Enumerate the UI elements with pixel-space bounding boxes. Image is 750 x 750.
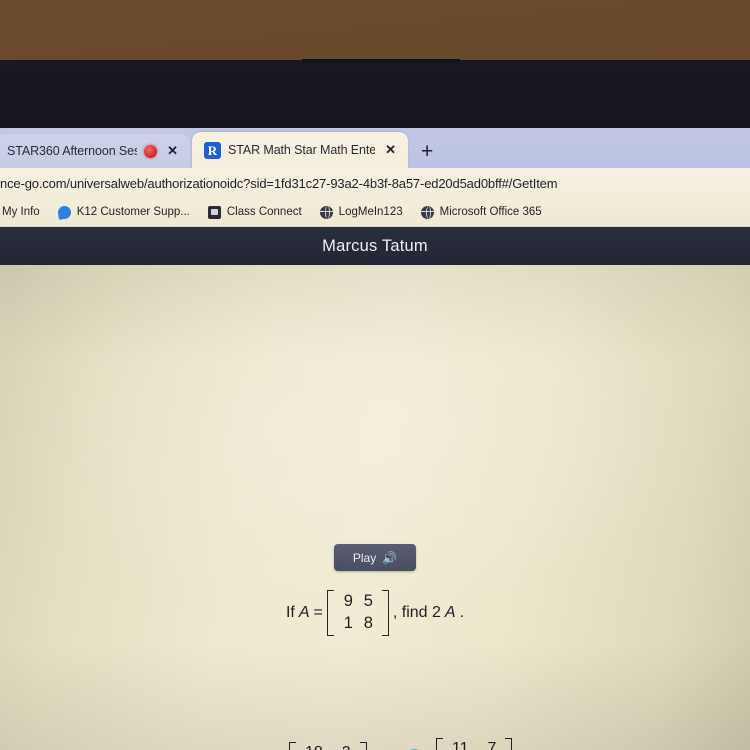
browser-window: STAR360 Afternoon Session ✕ R STAR Math … — [0, 128, 750, 750]
laptop-bezel — [0, 60, 750, 128]
matrix-cell: 2 — [328, 744, 356, 750]
question-canvas: Play 🔊 If A = 9 5 1 8 , find 2 A . 11 7 — [0, 265, 750, 750]
matrix-cell: 18 — [300, 744, 328, 750]
question-stem: If A = 9 5 1 8 , find 2 A . — [0, 590, 750, 636]
bookmark-label: Class Connect — [226, 206, 302, 218]
renaissance-r-icon: R — [204, 141, 221, 159]
bracket-right-icon — [359, 742, 367, 750]
stem-suffix: , find 2 — [392, 603, 441, 621]
matrix-cells: 11 7 3 10 — [443, 738, 505, 750]
stem-prefix: If — [285, 603, 295, 621]
matrix-cell: 7 — [487, 740, 497, 750]
stem-equals: = — [313, 603, 323, 621]
speaker-icon: 🔊 — [382, 550, 398, 565]
globe-icon — [319, 205, 333, 219]
play-audio-button[interactable]: Play 🔊 — [334, 544, 416, 571]
tab-title: STAR360 Afternoon Session — [7, 144, 137, 158]
laptop-photo-frame: STAR360 Afternoon Session ✕ R STAR Math … — [0, 0, 750, 750]
matrix-cell: 5 — [363, 592, 373, 610]
bookmark-label: Microsoft Office 365 — [439, 206, 542, 218]
bookmark-microsoft-office-365[interactable]: Microsoft Office 365 — [412, 205, 551, 219]
stem-variable: A — [298, 603, 310, 621]
answer-choice-a[interactable]: A 18 2 10 16 — [256, 742, 367, 750]
bookmark-logmein123[interactable]: LogMeIn123 — [311, 205, 412, 219]
stem-suffix-variable: A — [444, 603, 456, 621]
webcam-notch — [302, 59, 460, 63]
browser-tab-star-math[interactable]: R STAR Math Star Math Enterprise ✕ — [192, 132, 408, 168]
bookmark-k12-customer-support[interactable]: K12 Customer Supp... — [49, 204, 199, 220]
matrix-cell: 1 — [343, 614, 353, 633]
question-matrix: 9 5 1 8 — [326, 590, 389, 636]
bracket-left-icon — [289, 742, 296, 750]
globe-icon — [420, 205, 434, 219]
matrix-cell: 9 — [343, 592, 353, 610]
address-bar[interactable]: nce-go.com/universalweb/authorizationoid… — [0, 168, 750, 198]
play-button-label: Play — [352, 550, 377, 565]
matrix-cells: 18 2 10 16 — [296, 742, 360, 750]
bracket-right-icon — [505, 738, 513, 750]
matrix-cell: 8 — [363, 614, 373, 633]
bookmark-label: K12 Customer Supp... — [76, 206, 190, 218]
app-header: Marcus Tatum — [0, 227, 750, 265]
matrix-cells: 9 5 1 8 — [334, 590, 382, 636]
matrix-cell: 11 — [452, 740, 469, 750]
stem-period: . — [459, 603, 465, 621]
bracket-left-icon — [326, 590, 334, 636]
bookmark-class-connect[interactable]: Class Connect — [199, 205, 311, 219]
recording-dot-icon — [144, 144, 158, 158]
new-tab-button[interactable]: + — [421, 140, 433, 164]
bookmark-my-info[interactable]: My Info — [0, 206, 49, 218]
monitor-icon — [207, 205, 221, 219]
browser-tab-strip: STAR360 Afternoon Session ✕ R STAR Math … — [0, 128, 750, 168]
browser-tab-star360[interactable]: STAR360 Afternoon Session ✕ — [0, 134, 190, 168]
choice-matrix-a: 18 2 10 16 — [289, 742, 367, 750]
bookmarks-bar: My Info K12 Customer Supp... Class Conne… — [0, 198, 750, 227]
blob-icon — [56, 204, 72, 220]
close-icon[interactable]: ✕ — [382, 142, 399, 158]
tab-title: STAR Math Star Math Enterprise — [228, 143, 376, 157]
bracket-right-icon — [381, 590, 389, 636]
bracket-left-icon — [436, 738, 443, 750]
student-name: Marcus Tatum — [322, 236, 428, 255]
bookmark-label: My Info — [2, 206, 40, 218]
choice-matrix-b: 11 7 3 10 — [436, 738, 513, 750]
close-icon[interactable]: ✕ — [164, 143, 181, 159]
answer-choice-b[interactable]: B 11 7 3 10 — [403, 738, 513, 750]
bookmark-label: LogMeIn123 — [338, 206, 403, 218]
url-text: nce-go.com/universalweb/authorizationoid… — [0, 175, 558, 191]
